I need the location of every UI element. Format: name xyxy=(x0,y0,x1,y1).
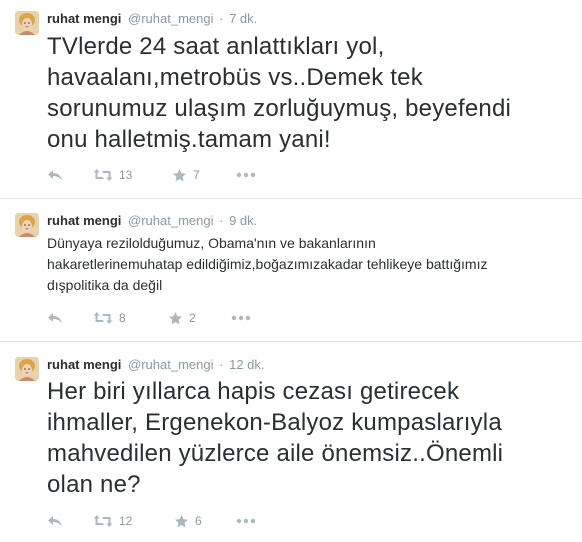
avatar[interactable] xyxy=(15,357,39,381)
favorite-button[interactable]: 7 xyxy=(172,167,200,183)
reply-icon xyxy=(48,313,62,324)
favorite-count: 6 xyxy=(195,514,202,528)
tweet-text: TVlerde 24 saat anlattıkları yol, havaal… xyxy=(47,33,512,153)
reply-icon xyxy=(48,516,62,527)
more-button[interactable] xyxy=(236,513,256,529)
tweet-timeline: ruhat mengi @ruhat_mengi · 7 dk. TVlerde… xyxy=(0,0,582,542)
more-icon xyxy=(236,518,256,524)
favorite-star-icon xyxy=(172,168,187,181)
header-separator: · xyxy=(219,213,224,228)
tweet-timestamp[interactable]: 12 dk. xyxy=(229,357,264,372)
tweet[interactable]: ruhat mengi @ruhat_mengi · 7 dk. TVlerde… xyxy=(0,0,582,199)
favorite-star-icon xyxy=(168,311,183,324)
more-icon xyxy=(231,315,251,321)
reply-button[interactable] xyxy=(47,513,63,529)
author-username[interactable]: @ruhat_mengi xyxy=(128,11,213,26)
author-username[interactable]: @ruhat_mengi xyxy=(128,213,213,228)
tweet[interactable]: ruhat mengi @ruhat_mengi · 12 dk. Her bi… xyxy=(0,342,582,542)
retweet-icon xyxy=(93,312,113,324)
avatar-photo-icon xyxy=(15,357,39,381)
retweet-button[interactable]: 13 xyxy=(93,167,132,183)
tweet-header: ruhat mengi @ruhat_mengi · 12 dk. xyxy=(47,357,265,373)
header-separator: · xyxy=(219,11,224,26)
tweet-header: ruhat mengi @ruhat_mengi · 9 dk. xyxy=(47,213,257,229)
tweet-header: ruhat mengi @ruhat_mengi · 7 dk. xyxy=(47,11,257,27)
author-fullname[interactable]: ruhat mengi xyxy=(47,357,121,372)
reply-icon xyxy=(48,170,62,181)
tweet-text: Her biri yıllarca hapis cezası getirecek… xyxy=(47,378,504,498)
reply-button[interactable] xyxy=(47,310,63,326)
retweet-count: 8 xyxy=(119,311,126,325)
favorite-button[interactable]: 2 xyxy=(168,310,196,326)
author-fullname[interactable]: ruhat mengi xyxy=(47,11,121,26)
avatar-photo-icon xyxy=(15,11,39,35)
retweet-icon xyxy=(93,169,113,181)
tweet[interactable]: ruhat mengi @ruhat_mengi · 9 dk. Dünyaya… xyxy=(0,199,582,342)
tweet-text: Dünyaya rezilolduğumuz, Obama'nın ve bak… xyxy=(47,235,488,293)
more-button[interactable] xyxy=(231,310,251,326)
tweet-actions: 13 7 xyxy=(47,167,347,183)
tweet-timestamp[interactable]: 9 dk. xyxy=(229,213,257,228)
tweet-timestamp[interactable]: 7 dk. xyxy=(229,11,257,26)
retweet-icon xyxy=(93,515,113,527)
favorite-star-icon xyxy=(174,514,189,527)
author-fullname[interactable]: ruhat mengi xyxy=(47,213,121,228)
favorite-button[interactable]: 6 xyxy=(174,513,202,529)
favorite-count: 2 xyxy=(189,311,196,325)
favorite-count: 7 xyxy=(193,168,200,182)
author-username[interactable]: @ruhat_mengi xyxy=(128,357,213,372)
tweet-actions: 8 2 xyxy=(47,310,347,326)
avatar-photo-icon xyxy=(15,213,39,237)
retweet-button[interactable]: 12 xyxy=(93,513,132,529)
avatar[interactable] xyxy=(15,11,39,35)
reply-button[interactable] xyxy=(47,167,63,183)
more-icon xyxy=(236,172,256,178)
retweet-count: 13 xyxy=(119,168,133,182)
retweet-count: 12 xyxy=(119,514,133,528)
tweet-actions: 12 6 xyxy=(47,513,347,529)
avatar[interactable] xyxy=(15,213,39,237)
header-separator: · xyxy=(219,357,224,372)
retweet-button[interactable]: 8 xyxy=(93,310,126,326)
more-button[interactable] xyxy=(236,167,256,183)
